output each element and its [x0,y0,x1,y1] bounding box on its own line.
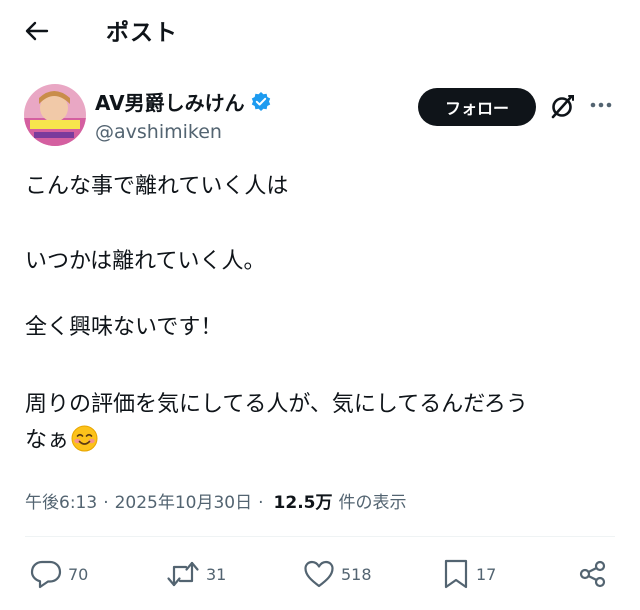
post-line-2: いつかは離れていく人。 [25,249,266,274]
author-row: AV男爵しみけん @avshimiken [24,84,624,148]
post-time[interactable]: 午後6:13 [25,488,97,513]
display-name-row: AV男爵しみけん [95,87,272,116]
smiling-face-emoji [71,425,98,452]
post-date[interactable]: 2025年10月30日 [115,488,253,513]
post-line-3: 全く興味ないです！ [25,315,223,340]
post-line-4: 周りの評価を気にしてる人が、気にしてるんだろう [25,392,528,417]
share-button[interactable] [578,556,608,592]
more-button[interactable] [588,95,614,115]
post-meta: 午後6:13 · 2025年10月30日 · 12.5万 件の表示 [25,488,406,513]
follow-button[interactable]: フォロー [418,88,536,126]
like-count: 518 [341,564,372,584]
top-bar: ポスト [0,0,640,60]
verified-badge-icon [250,91,272,113]
back-button[interactable] [22,16,52,46]
post-line-5-row: なぁ [25,425,625,456]
more-icon [590,102,612,108]
repost-icon [167,561,199,587]
reply-icon [30,560,62,589]
bookmark-button[interactable]: 17 [442,556,496,592]
avatar[interactable] [24,84,86,146]
handle[interactable]: @avshimiken [95,121,222,143]
share-icon [579,560,606,588]
bookmark-count: 17 [476,564,497,584]
post-line-1: こんな事で離れていく人は [25,174,289,199]
views-count: 12.5万 [273,493,333,513]
like-icon [304,560,334,588]
reply-button[interactable]: 70 [30,556,88,592]
like-button[interactable]: 518 [303,556,372,592]
views-label: 件の表示 [338,493,407,513]
grok-button[interactable] [549,94,575,120]
back-arrow-icon [25,21,49,41]
meta-separator: · [103,493,109,513]
page-title: ポスト [106,20,178,46]
repost-button[interactable]: 31 [166,556,226,592]
grok-icon [551,95,574,119]
bookmark-icon [444,559,468,589]
reply-count: 70 [68,564,89,584]
display-name[interactable]: AV男爵しみけん [95,87,245,116]
repost-count: 31 [206,564,227,584]
meta-separator: · [258,493,264,513]
action-bar: 70 31 518 17 [0,556,640,596]
post-line-5: なぁ [25,428,70,453]
divider [25,536,615,537]
